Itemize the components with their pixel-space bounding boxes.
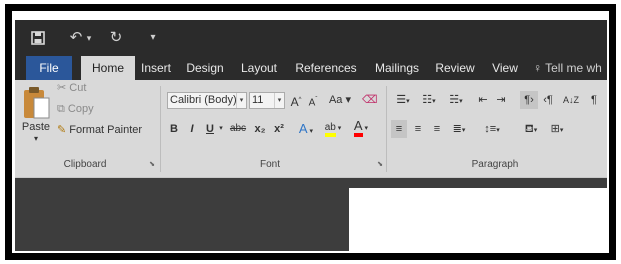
borders-button[interactable]: ⊞▾ (545, 120, 569, 138)
font-color-label: A (353, 118, 363, 137)
text-effects-label: A (298, 121, 308, 136)
ribbon-tabs: File Home Insert Design Layout Reference… (15, 56, 607, 80)
title-bar: ↶ ▾ ↻ ▾ (15, 20, 607, 56)
cut-button[interactable]: ✂ Cut (57, 81, 86, 95)
font-size-value: 11 (252, 94, 264, 106)
clipboard-icon (24, 87, 50, 119)
paste-button[interactable]: Paste ▾ (18, 82, 54, 156)
justify-button[interactable]: ≣▾ (448, 120, 470, 138)
copy-icon: ⧉ (57, 103, 65, 115)
shading-button[interactable]: ⛾▾ (519, 120, 543, 138)
change-case-label: Aa (328, 94, 343, 106)
grow-font-label: A (290, 95, 299, 109)
italic-button[interactable]: I (185, 120, 199, 138)
font-size-combo[interactable]: 11 ▾ (249, 92, 285, 109)
customize-quick-access-icon[interactable]: ▾ (147, 29, 159, 47)
align-center-icon[interactable]: ≡ (410, 120, 426, 138)
tab-references[interactable]: References (291, 56, 361, 80)
multilevel-list-button[interactable]: ☵▾ (443, 91, 469, 109)
underline-button[interactable]: U (203, 120, 217, 138)
copy-button[interactable]: ⧉ Copy (57, 102, 94, 116)
tab-insert[interactable]: Insert (137, 56, 175, 80)
tab-home[interactable]: Home (81, 56, 135, 80)
undo-dropdown-icon[interactable]: ▾ (84, 29, 94, 47)
justify-icon: ≣ (452, 123, 462, 135)
lightbulb-icon: ♀ (533, 61, 542, 75)
decrease-indent-icon[interactable]: ⇤ (475, 91, 491, 109)
font-name-combo[interactable]: Calibri (Body) ▾ (167, 92, 247, 109)
document-canvas (15, 178, 607, 251)
font-color-button[interactable]: A ▾ (349, 118, 373, 137)
redo-icon[interactable]: ↻ (108, 29, 124, 47)
tell-me-search[interactable]: ♀ Tell me wh (533, 56, 607, 80)
show-marks-button[interactable]: ¶ (587, 91, 601, 109)
clipboard-group-label: Clipboard (63, 159, 107, 170)
align-right-icon[interactable]: ≡ (429, 120, 445, 138)
paste-dropdown-icon[interactable]: ▾ (18, 132, 54, 146)
tab-mailings[interactable]: Mailings (371, 56, 423, 80)
tab-layout[interactable]: Layout (237, 56, 281, 80)
format-painter-button[interactable]: ✎ Format Painter (57, 123, 142, 137)
subscript-button[interactable]: x₂ (252, 120, 268, 138)
increase-indent-icon[interactable]: ⇥ (493, 91, 509, 109)
undo-icon[interactable]: ↶ (68, 29, 84, 47)
tab-view[interactable]: View (487, 56, 523, 80)
numbering-button[interactable]: ☷▾ (417, 91, 441, 109)
paintbrush-icon: ✎ (57, 124, 67, 136)
line-spacing-button[interactable]: ↕≡▾ (480, 120, 504, 138)
rtl-paragraph-icon[interactable]: ‹¶ (540, 91, 556, 109)
highlight-color-button[interactable]: ab ▾ (321, 118, 345, 137)
group-divider (160, 86, 161, 172)
paragraph-group-label: Paragraph (471, 159, 519, 170)
tab-design[interactable]: Design (183, 56, 227, 80)
numbering-icon: ☷ (422, 94, 433, 106)
copy-label: Copy (67, 103, 94, 115)
save-icon-glyph (31, 31, 45, 45)
sort-button[interactable]: A↓Z (561, 91, 581, 109)
highlight-label: ab (324, 122, 336, 137)
grow-font-button[interactable]: A^ (289, 91, 303, 109)
borders-icon: ⊞ (550, 123, 560, 135)
clipboard-launcher-icon[interactable]: ⬊ (148, 161, 156, 169)
ltr-paragraph-icon[interactable]: ¶› (520, 91, 538, 109)
tell-me-label: Tell me wh (545, 61, 602, 75)
scissors-icon: ✂ (57, 82, 67, 94)
save-icon[interactable] (30, 29, 46, 47)
font-name-value: Calibri (Body) (170, 94, 237, 106)
line-spacing-icon: ↕≡ (484, 123, 497, 135)
change-case-button[interactable]: Aa ▾ (327, 91, 353, 109)
align-left-icon[interactable]: ≡ (391, 120, 407, 138)
word-window: ↶ ▾ ↻ ▾ File Home Insert Design Layout R… (15, 20, 607, 251)
strikethrough-button[interactable]: abc (227, 120, 249, 138)
ribbon-home: Paste ▾ ✂ Cut ⧉ Copy ✎ Format Painter Cl… (15, 80, 607, 178)
paint-bucket-icon: ⛾ (524, 123, 534, 135)
bullets-icon: ☰ (396, 94, 407, 106)
clear-formatting-icon[interactable]: ⌫ (362, 91, 378, 109)
format-painter-label: Format Painter (69, 124, 143, 136)
shrink-font-button[interactable]: Aˇ (306, 91, 320, 109)
chevron-down-icon[interactable]: ▾ (274, 93, 284, 108)
tab-review[interactable]: Review (433, 56, 477, 80)
bold-button[interactable]: B (167, 120, 181, 138)
screenshot-inner-border: ↶ ▾ ↻ ▾ File Home Insert Design Layout R… (12, 11, 609, 253)
bullets-button[interactable]: ☰▾ (391, 91, 415, 109)
cut-label: Cut (69, 82, 87, 94)
multilevel-list-icon: ☵ (449, 94, 460, 106)
chevron-down-icon[interactable]: ▾ (236, 93, 246, 108)
font-group-label: Font (259, 159, 280, 170)
font-launcher-icon[interactable]: ⬊ (376, 161, 384, 169)
document-page[interactable] (349, 188, 607, 251)
superscript-button[interactable]: x² (271, 120, 287, 138)
group-divider (386, 86, 387, 172)
tab-file[interactable]: File (26, 56, 72, 80)
text-effects-button[interactable]: A ▾ (296, 120, 316, 138)
screenshot-frame: ↶ ▾ ↻ ▾ File Home Insert Design Layout R… (5, 4, 616, 260)
underline-dropdown-icon[interactable]: ▾ (217, 120, 225, 138)
